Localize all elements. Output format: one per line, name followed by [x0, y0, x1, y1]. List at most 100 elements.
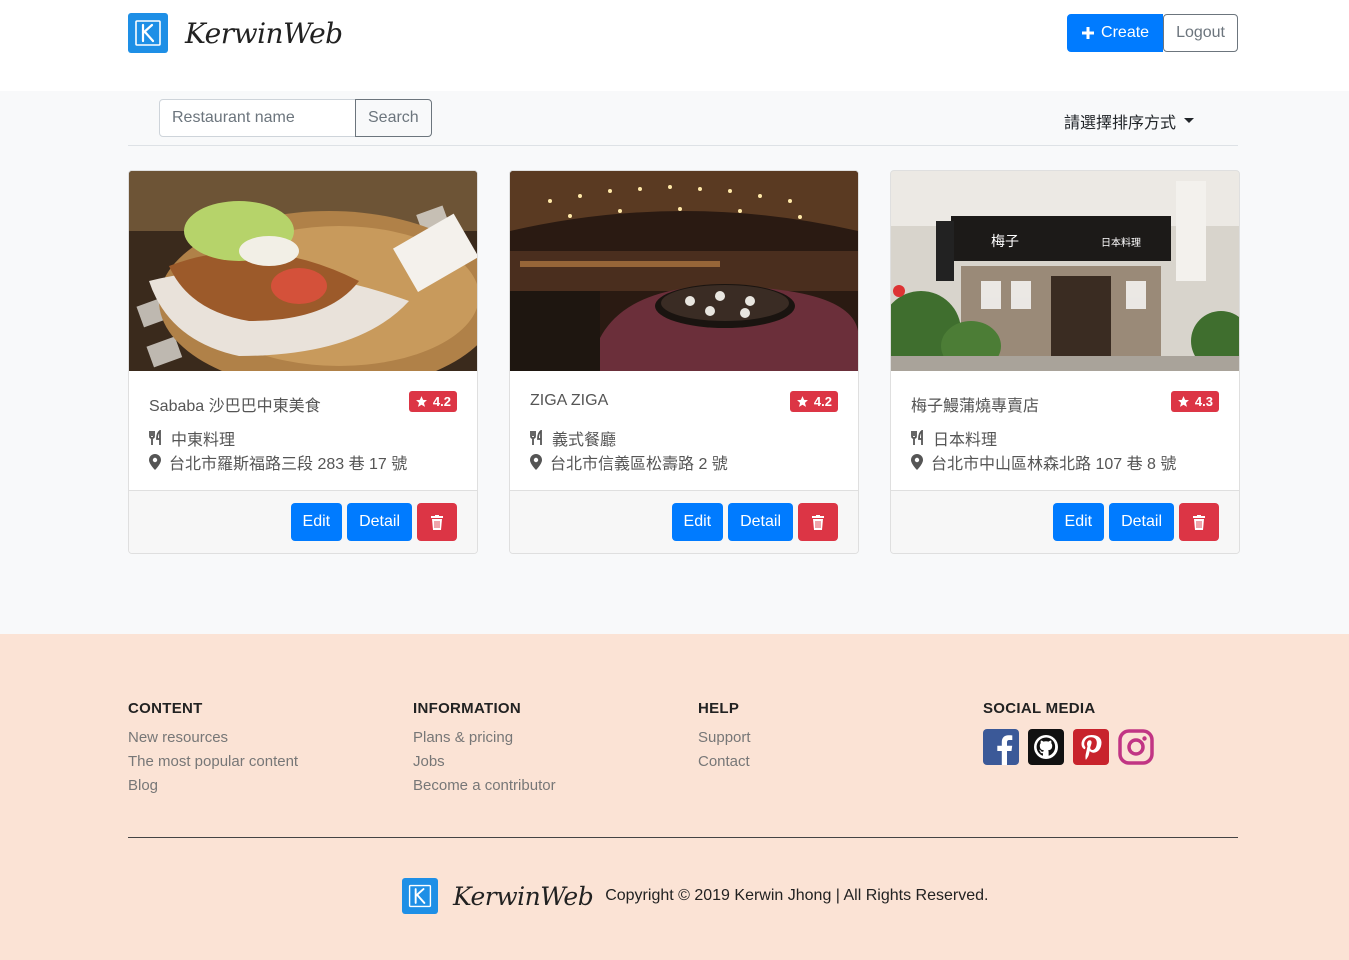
social-links [983, 729, 1154, 765]
logo-k-icon [402, 878, 438, 914]
logout-button[interactable]: Logout [1163, 14, 1238, 52]
footer-column-information: INFORMATION Plans & pricing Jobs Become … [413, 700, 556, 798]
footer-column-content: CONTENT New resources The most popular c… [128, 700, 298, 798]
footer-link-popular-content[interactable]: The most popular content [128, 750, 298, 774]
map-marker-icon [149, 454, 161, 470]
footer-link-new-resources[interactable]: New resources [128, 726, 298, 750]
trash-icon [812, 514, 824, 530]
search-form: Restaurant name Search [159, 99, 432, 137]
delete-button[interactable] [1179, 503, 1219, 541]
card-actions: Edit Detail [1052, 503, 1219, 541]
restaurant-address: 台北市中山區林森北路 107 巷 8 號 [931, 456, 1177, 473]
restaurant-image[interactable] [129, 171, 477, 371]
utensils-icon [530, 430, 542, 445]
edit-button[interactable]: Edit [671, 503, 724, 541]
rating-value: 4.3 [1194, 394, 1213, 409]
footer-heading: CONTENT [128, 700, 203, 717]
main-content: Restaurant name Search 請選擇排序方式 Sababa 沙巴… [0, 91, 1349, 634]
edit-button[interactable]: Edit [1052, 503, 1105, 541]
svg-text:日本料理: 日本料理 [1101, 236, 1141, 249]
map-marker-icon [911, 454, 923, 470]
trash-icon [431, 514, 443, 530]
github-icon[interactable] [1028, 729, 1064, 765]
footer-link-become-contributor[interactable]: Become a contributor [413, 774, 556, 798]
restaurant-address: 台北市信義區松壽路 2 號 [550, 456, 728, 473]
card-body: ZIGA ZIGA 4.2 義式餐廳 台北市信義區松壽路 2 號 [510, 372, 858, 491]
card-footer: Edit Detail [129, 491, 477, 553]
footer-brand-name: KerwinWeb [453, 881, 594, 911]
restaurant-image[interactable] [510, 171, 858, 371]
footer-link-blog[interactable]: Blog [128, 774, 298, 798]
card-footer: Edit Detail [891, 491, 1239, 553]
utensils-icon [149, 430, 161, 445]
rating-value: 4.2 [432, 394, 451, 409]
restaurant-name[interactable]: 梅子鰻蒲燒專賣店 [911, 392, 1039, 416]
brand-name: KerwinWeb [185, 16, 343, 50]
restaurant-card: Sababa 沙巴巴中東美食 4.2 中東料理 台北市羅斯福路三段 283 巷 … [128, 170, 478, 554]
rating-badge: 4.3 [1170, 391, 1219, 412]
caret-down-icon [1184, 117, 1194, 123]
brand-logo[interactable]: KerwinWeb [128, 13, 343, 53]
rating-badge: 4.2 [789, 391, 838, 412]
detail-button[interactable]: Detail [728, 503, 793, 541]
card-body: 梅子鰻蒲燒專賣店 4.3 日本料理 台北市中山區林森北路 107 巷 8 號 [891, 372, 1239, 491]
delete-button[interactable] [798, 503, 838, 541]
restaurant-name[interactable]: ZIGA ZIGA [530, 392, 608, 410]
copyright-text: Copyright © 2019 Kerwin Jhong | All Righ… [605, 887, 989, 904]
restaurant-card: ZIGA ZIGA 4.2 義式餐廳 台北市信義區松壽路 2 號 Edit De [509, 170, 859, 554]
star-icon [1178, 396, 1189, 407]
footer-heading: HELP [698, 700, 740, 717]
footer-link-contact[interactable]: Contact [698, 750, 751, 774]
card-body: Sababa 沙巴巴中東美食 4.2 中東料理 台北市羅斯福路三段 283 巷 … [129, 372, 477, 491]
footer-heading: INFORMATION [413, 700, 522, 717]
search-input[interactable]: Restaurant name [159, 99, 356, 137]
create-button[interactable]: Create [1067, 14, 1164, 52]
edit-button[interactable]: Edit [290, 503, 343, 541]
utensils-icon [911, 430, 923, 445]
detail-button[interactable]: Detail [1109, 503, 1174, 541]
create-label: Create [1101, 24, 1150, 41]
site-footer: CONTENT New resources The most popular c… [0, 634, 1349, 960]
address-line: 台北市信義區松壽路 2 號 [530, 450, 728, 474]
rating-value: 4.2 [813, 394, 832, 409]
footer-link-support[interactable]: Support [698, 726, 751, 750]
restaurant-list: Sababa 沙巴巴中東美食 4.2 中東料理 台北市羅斯福路三段 283 巷 … [128, 170, 1240, 554]
detail-button[interactable]: Detail [347, 503, 412, 541]
sort-label: 請選擇排序方式 [1063, 115, 1176, 132]
star-icon [797, 396, 808, 407]
star-icon [416, 396, 427, 407]
instagram-icon[interactable] [1118, 729, 1154, 765]
toolbar: Restaurant name Search 請選擇排序方式 [128, 91, 1238, 146]
restaurant-image[interactable]: 梅子 日本料理 [891, 171, 1239, 371]
category-line: 中東料理 [149, 426, 235, 450]
logo-k-icon [128, 13, 168, 53]
plus-icon [1082, 27, 1095, 39]
category-line: 義式餐廳 [530, 426, 616, 450]
card-actions: Edit Detail [671, 503, 838, 541]
restaurant-address: 台北市羅斯福路三段 283 巷 17 號 [169, 456, 408, 473]
category-line: 日本料理 [911, 426, 997, 450]
site-header: KerwinWeb Create Logout [0, 0, 1349, 91]
restaurant-category: 日本料理 [933, 432, 998, 449]
restaurant-name[interactable]: Sababa 沙巴巴中東美食 [149, 392, 321, 416]
map-marker-icon [530, 454, 542, 470]
sort-dropdown[interactable]: 請選擇排序方式 [1064, 109, 1194, 133]
restaurant-card: 梅子 日本料理 梅子鰻蒲燒專賣店 4.3 日本料理 台北市中山區林森北路 107… [890, 170, 1240, 554]
delete-button[interactable] [417, 503, 457, 541]
footer-column-help: HELP Support Contact [698, 700, 751, 774]
card-actions: Edit Detail [290, 503, 457, 541]
svg-text:梅子: 梅子 [991, 234, 1019, 250]
footer-link-jobs[interactable]: Jobs [413, 750, 556, 774]
footer-link-plans-pricing[interactable]: Plans & pricing [413, 726, 556, 750]
address-line: 台北市羅斯福路三段 283 巷 17 號 [149, 450, 407, 474]
footer-brand: KerwinWeb Copyright © 2019 Kerwin Jhong … [402, 878, 988, 914]
header-actions: Create Logout [1067, 14, 1238, 52]
footer-divider [128, 837, 1238, 838]
search-button[interactable]: Search [355, 99, 432, 137]
card-footer: Edit Detail [510, 491, 858, 553]
facebook-icon[interactable] [983, 729, 1019, 765]
footer-column-social: SOCIAL MEDIA [983, 700, 1154, 765]
pinterest-icon[interactable] [1073, 729, 1109, 765]
trash-icon [1193, 514, 1205, 530]
restaurant-category: 義式餐廳 [552, 432, 617, 449]
